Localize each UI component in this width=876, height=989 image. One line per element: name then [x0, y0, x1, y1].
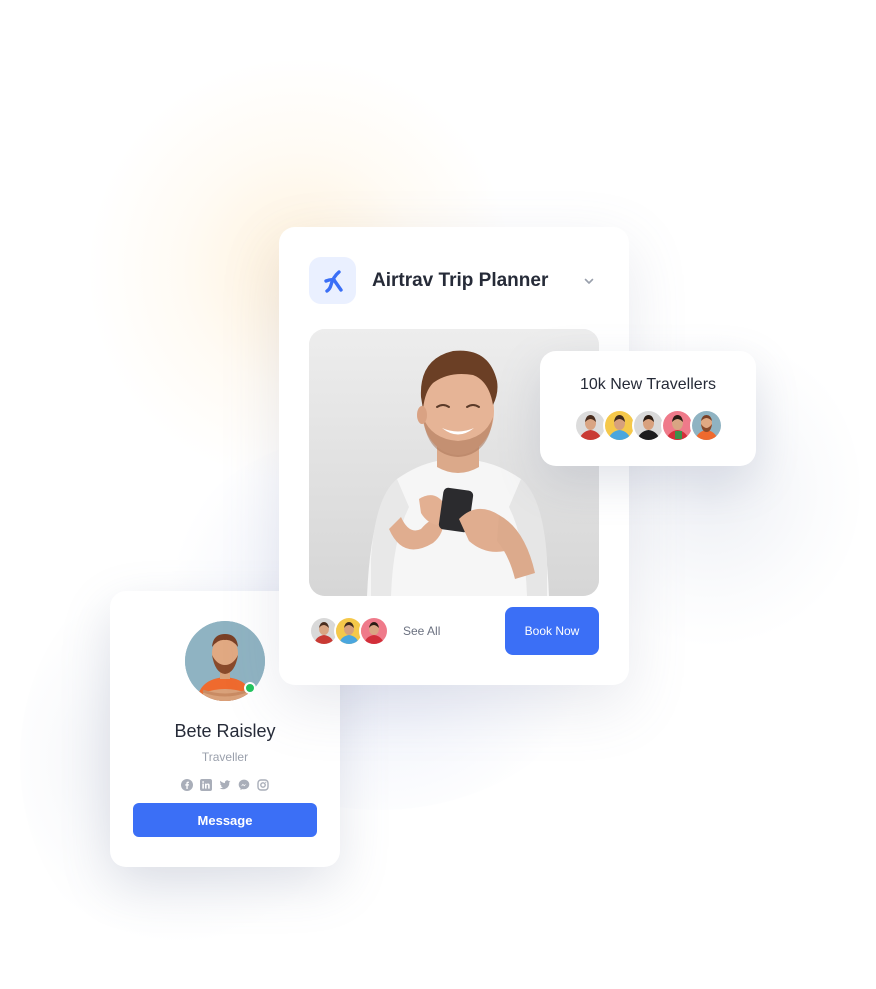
profile-role: Traveller [201, 750, 249, 764]
linkedin-icon[interactable] [200, 779, 212, 791]
app-title: Airtrav Trip Planner [372, 269, 549, 291]
instagram-icon[interactable] [257, 779, 269, 791]
stage: Bete Raisley Traveller Message Airtrav T… [0, 0, 876, 989]
card-footer: See All Book Now [309, 607, 599, 655]
message-button[interactable]: Message [133, 803, 317, 837]
online-status-dot [244, 682, 256, 694]
profile-name: Bete Raisley [174, 721, 276, 741]
new-traveller-avatars[interactable] [574, 409, 723, 442]
avatar [359, 616, 389, 646]
airtrav-logo-icon [309, 257, 356, 304]
social-links [110, 779, 340, 791]
chevron-down-icon[interactable] [579, 271, 599, 291]
new-travellers-card: 10k New Travellers [540, 351, 756, 466]
facebook-icon[interactable] [181, 779, 193, 791]
profile-avatar-wrap [185, 621, 265, 701]
traveller-avatars[interactable] [309, 616, 389, 646]
card-header: Airtrav Trip Planner [309, 257, 599, 304]
new-travellers-title: 10k New Travellers [579, 376, 717, 393]
twitter-icon[interactable] [219, 779, 231, 791]
avatar [690, 409, 723, 442]
book-now-button[interactable]: Book Now [505, 607, 599, 655]
see-all-link[interactable]: See All [403, 624, 440, 638]
messenger-icon[interactable] [238, 779, 250, 791]
